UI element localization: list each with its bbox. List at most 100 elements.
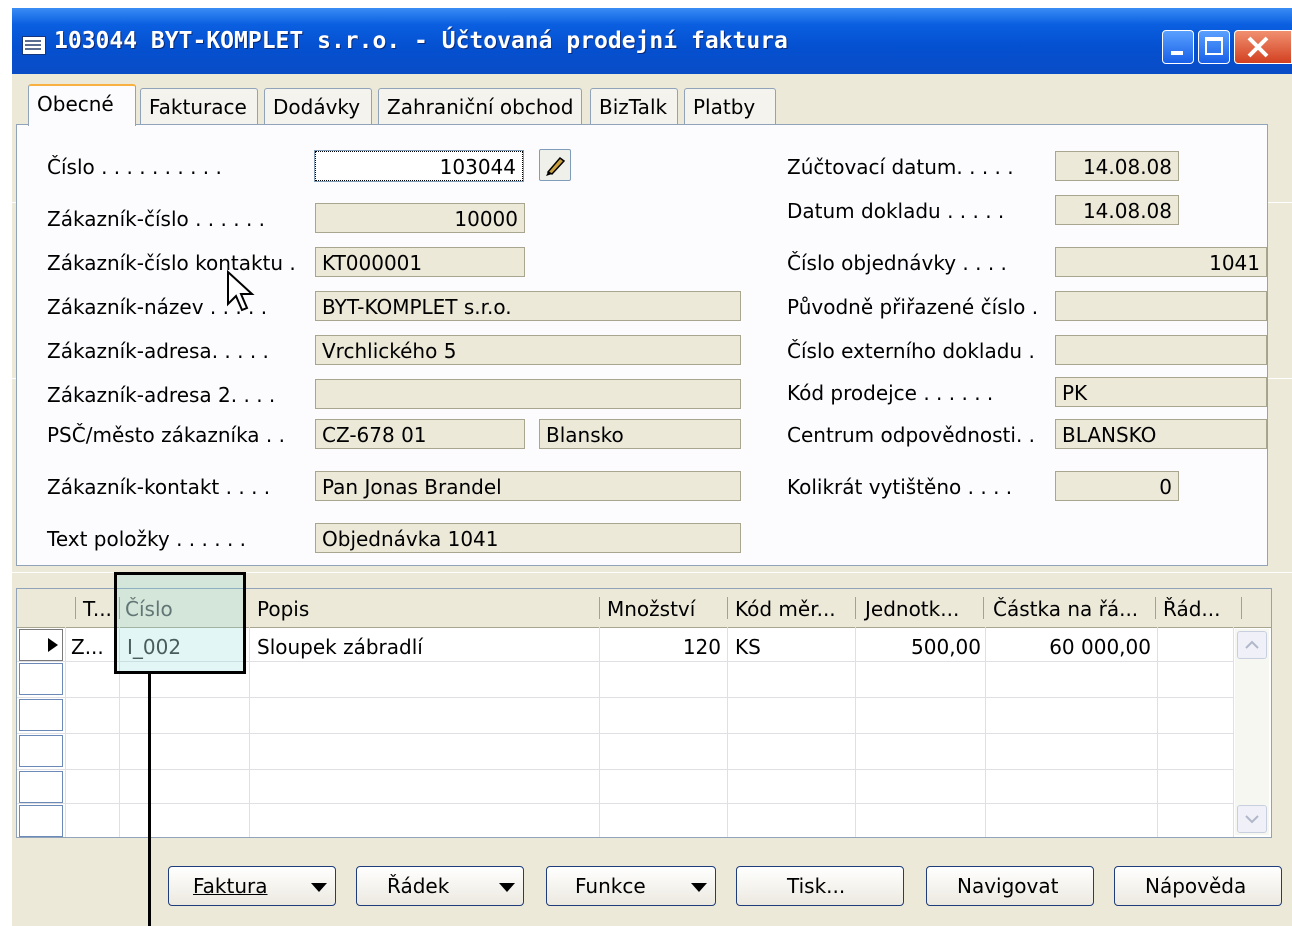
tisk-button-label: Tisk... <box>787 874 846 898</box>
faktura-button-label: Faktura <box>193 874 268 898</box>
zuctovaci-datum-field[interactable]: 14.08.08 <box>1055 151 1179 181</box>
chevron-down-icon <box>1245 815 1259 824</box>
edit-button[interactable] <box>539 149 571 181</box>
vertical-scrollbar[interactable] <box>1235 629 1269 835</box>
psc-field[interactable]: CZ-678 01 <box>315 419 525 449</box>
napoveda-button-label: Nápověda <box>1145 874 1247 898</box>
kontakt-cislo-label: Zákazník-číslo kontaktu . <box>47 251 296 275</box>
cell-popis[interactable]: Sloupek zábradlí <box>257 635 423 659</box>
vytisteno-label: Kolikrát vytištěno . . . . <box>787 475 1013 499</box>
puvodni-cislo-label: Původně přiřazené číslo . <box>787 295 1039 319</box>
kontakt-field[interactable]: Pan Jonas Brandel <box>315 471 741 501</box>
current-row-arrow-icon <box>48 638 58 652</box>
vytisteno-field[interactable]: 0 <box>1055 471 1179 501</box>
kontakt-cislo-field[interactable]: KT000001 <box>315 247 525 277</box>
radek-menu-button[interactable]: Řádek <box>356 866 524 906</box>
cell-mnozstvi[interactable]: 120 <box>607 635 721 659</box>
col-typ[interactable]: T... <box>83 597 112 621</box>
zakaznik-cislo-field[interactable]: 10000 <box>315 203 525 233</box>
tab-dodavky[interactable]: Dodávky <box>264 88 372 124</box>
faktura-menu-button[interactable]: Faktura <box>168 866 336 906</box>
text-polozky-field[interactable]: Objednávka 1041 <box>315 523 741 553</box>
column-separator <box>1155 597 1156 619</box>
col-castka[interactable]: Částka na řá... <box>993 597 1138 621</box>
externi-doklad-label: Číslo externího dokladu . <box>787 339 1035 363</box>
tab-obecne[interactable]: Obecné <box>28 84 136 126</box>
scroll-down-button[interactable] <box>1237 805 1267 833</box>
cislo-objednavky-label: Číslo objednávky . . . . <box>787 251 1007 275</box>
minimize-button[interactable] <box>1162 30 1194 64</box>
tisk-button[interactable]: Tisk... <box>736 866 904 906</box>
chevron-up-icon <box>1245 640 1259 649</box>
tab-platby[interactable]: Platby <box>684 88 776 124</box>
mouse-cursor-icon <box>227 270 255 312</box>
close-button[interactable] <box>1234 30 1292 64</box>
funkce-menu-button[interactable]: Funkce <box>546 866 716 906</box>
tab-fakturace[interactable]: Fakturace <box>140 88 258 124</box>
minimize-icon <box>1171 51 1183 55</box>
row-selector[interactable] <box>19 735 63 767</box>
zakaznik-cislo-label: Zákazník-číslo . . . . . . <box>47 207 266 231</box>
dropdown-arrow-icon <box>311 883 327 892</box>
zuctovaci-datum-label: Zúčtovací datum. . . . . <box>787 155 1014 179</box>
cell-jednotkova-cena[interactable]: 500,00 <box>863 635 981 659</box>
tab-zahranicni-obchod[interactable]: Zahraniční obchod <box>378 88 582 124</box>
row-selector[interactable] <box>19 771 63 803</box>
column-separator <box>727 597 728 619</box>
title-bar[interactable]: 103044 BYT-KOMPLET s.r.o. - Účtovaná pro… <box>12 8 1292 74</box>
close-icon <box>1247 36 1269 58</box>
window-title: 103044 BYT-KOMPLET s.r.o. - Účtovaná pro… <box>54 28 788 54</box>
highlight-box <box>114 572 246 674</box>
general-panel: Číslo . . . . . . . . . . 103044 Zákazní… <box>16 124 1268 566</box>
navigovat-button[interactable]: Navigovat <box>926 866 1094 906</box>
psc-label: PSČ/město zákazníka . . <box>47 423 285 447</box>
cislo-label: Číslo . . . . . . . . . . <box>47 155 222 179</box>
text-polozky-label: Text položky . . . . . . <box>47 527 247 551</box>
column-separator <box>75 597 76 619</box>
column-separator <box>855 597 856 619</box>
adresa2-label: Zákazník-adresa 2. . . . <box>47 383 276 407</box>
navigovat-button-label: Navigovat <box>957 874 1059 898</box>
scroll-up-button[interactable] <box>1237 631 1267 659</box>
externi-doklad-field[interactable] <box>1055 335 1267 365</box>
column-separator <box>1241 597 1242 619</box>
mesto-field[interactable]: Blansko <box>539 419 741 449</box>
kontakt-label: Zákazník-kontakt . . . . <box>47 475 271 499</box>
col-mnozstvi[interactable]: Množství <box>607 597 695 621</box>
maximize-button[interactable] <box>1198 30 1230 64</box>
napoveda-button[interactable]: Nápověda <box>1114 866 1282 906</box>
radek-button-label: Řádek <box>387 874 450 898</box>
cell-castka[interactable]: 60 000,00 <box>993 635 1151 659</box>
col-jednotkova-cena[interactable]: Jednotk... <box>865 597 959 621</box>
annotation-pointer <box>148 674 151 926</box>
row-selector[interactable] <box>19 699 63 731</box>
column-separator <box>599 597 600 619</box>
adresa-field[interactable]: Vrchlického 5 <box>315 335 741 365</box>
datum-dokladu-field[interactable]: 14.08.08 <box>1055 195 1179 225</box>
cislo-field[interactable]: 103044 <box>314 150 524 182</box>
dropdown-arrow-icon <box>691 883 707 892</box>
adresa-label: Zákazník-adresa. . . . . <box>47 339 269 363</box>
tab-biztalk[interactable]: BizTalk <box>590 88 678 124</box>
kod-prodejce-field[interactable]: PK <box>1055 377 1267 407</box>
puvodni-cislo-field[interactable] <box>1055 291 1267 321</box>
col-radek[interactable]: Řád... <box>1163 597 1220 621</box>
adresa2-field[interactable] <box>315 379 741 409</box>
col-kod-merne-jednotky[interactable]: Kód měr... <box>735 597 836 621</box>
list-window-icon <box>22 36 46 55</box>
row-selector[interactable] <box>19 663 63 695</box>
cell-kod[interactable]: KS <box>735 635 761 659</box>
nazev-field[interactable]: BYT-KOMPLET s.r.o. <box>315 291 741 321</box>
col-popis[interactable]: Popis <box>257 597 309 621</box>
datum-dokladu-label: Datum dokladu . . . . . <box>787 199 1005 223</box>
cislo-objednavky-field[interactable]: 1041 <box>1055 247 1267 277</box>
row-selector[interactable] <box>19 805 63 837</box>
maximize-icon <box>1205 37 1223 55</box>
row-selector-current[interactable] <box>19 629 63 661</box>
centrum-label: Centrum odpovědnosti. . <box>787 423 1036 447</box>
centrum-field[interactable]: BLANSKO <box>1055 419 1267 449</box>
pencil-icon <box>546 156 566 176</box>
column-separator <box>983 597 984 619</box>
kod-prodejce-label: Kód prodejce . . . . . . <box>787 381 994 405</box>
cell-typ[interactable]: Z... <box>71 635 104 659</box>
